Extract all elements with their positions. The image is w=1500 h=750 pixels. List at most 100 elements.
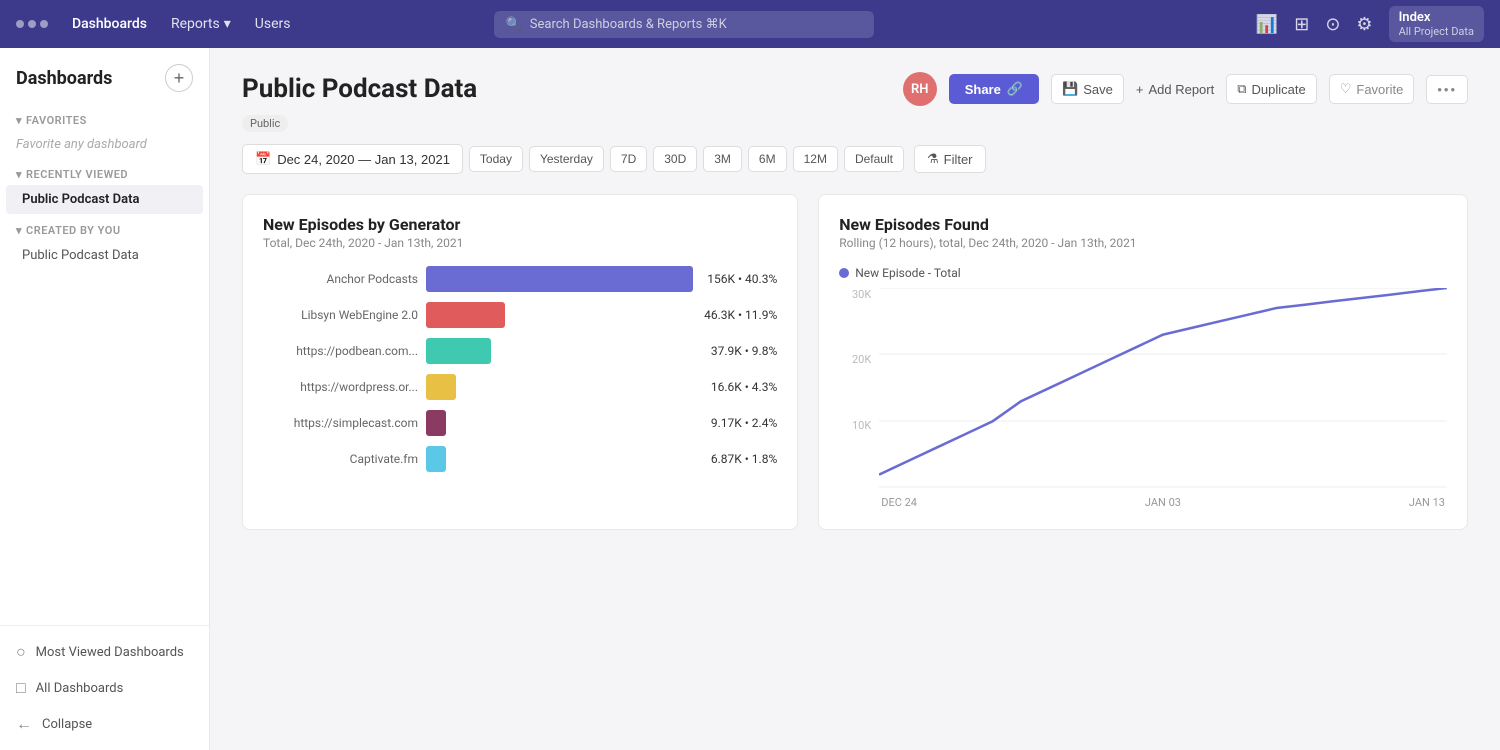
y-label-20k: 20K	[839, 353, 871, 366]
chart1-subtitle: Total, Dec 24th, 2020 - Jan 13th, 2021	[263, 236, 777, 250]
date-range-button[interactable]: 📅 Dec 24, 2020 — Jan 13, 2021	[242, 144, 463, 174]
bar-label: Libsyn WebEngine 2.0	[263, 308, 418, 322]
share-icon: 🔗	[1007, 81, 1023, 97]
x-label-jan03: JAN 03	[1145, 496, 1181, 509]
sidebar-item-recently-viewed-1[interactable]: Public Podcast Data	[6, 185, 203, 214]
bar-row: https://simplecast.com9.17K • 2.4%	[263, 410, 777, 436]
search-icon: 🔍	[506, 17, 522, 32]
date-default-button[interactable]: Default	[844, 146, 904, 172]
date-yesterday-button[interactable]: Yesterday	[529, 146, 604, 172]
add-dashboard-button[interactable]: +	[165, 64, 193, 92]
add-report-button[interactable]: + Add Report	[1136, 82, 1214, 97]
chart2-subtitle: Rolling (12 hours), total, Dec 24th, 202…	[839, 236, 1447, 250]
legend-label: New Episode - Total	[855, 266, 960, 280]
app-dots	[16, 20, 48, 28]
avatar: RH	[903, 72, 937, 106]
notifications-icon[interactable]: 📊	[1256, 14, 1278, 35]
public-badge: Public	[242, 115, 288, 132]
bar-label: https://podbean.com...	[263, 344, 418, 358]
favorites-section-title: ▾ FAVORITES	[0, 108, 209, 131]
date-today-button[interactable]: Today	[469, 146, 523, 172]
chart2-body: 30K 20K 10K	[839, 288, 1447, 509]
filter-button[interactable]: ⚗ Filter	[914, 145, 986, 173]
x-axis-labels: DEC 24 JAN 03 JAN 13	[879, 496, 1447, 509]
page-header: Public Podcast Data RH Share 🔗 💾 Save + …	[242, 72, 1468, 106]
page-title: Public Podcast Data	[242, 74, 477, 104]
bar-fill	[426, 446, 446, 472]
collapse-button[interactable]: ← Collapse	[0, 706, 209, 742]
calendar-icon: 📅	[255, 151, 271, 167]
most-viewed-icon: ○	[16, 642, 26, 662]
date-6m-button[interactable]: 6M	[748, 146, 787, 172]
line-chart-area: DEC 24 JAN 03 JAN 13	[879, 288, 1447, 509]
date-7d-button[interactable]: 7D	[610, 146, 647, 172]
nav-reports[interactable]: Reports ▾	[171, 16, 231, 32]
duplicate-icon: ⧉	[1237, 81, 1246, 97]
bar-value: 37.9K • 9.8%	[711, 344, 777, 358]
filter-icon: ⚗	[927, 151, 939, 167]
bar-track	[426, 410, 697, 436]
most-viewed-link[interactable]: ○ Most Viewed Dashboards	[0, 634, 209, 670]
help-icon[interactable]: ⊙	[1325, 14, 1340, 35]
bar-value: 46.3K • 11.9%	[704, 308, 777, 322]
date-range-text: Dec 24, 2020 — Jan 13, 2021	[277, 152, 450, 167]
chart1-title: New Episodes by Generator	[263, 215, 777, 234]
share-button[interactable]: Share 🔗	[949, 74, 1039, 104]
duplicate-button[interactable]: ⧉ Duplicate	[1226, 74, 1317, 104]
charts-row: New Episodes by Generator Total, Dec 24t…	[242, 194, 1468, 530]
y-label-30k: 30K	[839, 288, 871, 301]
sidebar-header: Dashboards +	[0, 56, 209, 104]
sidebar-bottom: ○ Most Viewed Dashboards □ All Dashboard…	[0, 625, 209, 750]
sidebar-item-created-1[interactable]: Public Podcast Data	[6, 241, 203, 270]
bar-row: Libsyn WebEngine 2.0 46.3K • 11.9%	[263, 302, 777, 328]
y-label-10k: 10K	[839, 419, 871, 432]
bar-row: https://wordpress.or...16.6K • 4.3%	[263, 374, 777, 400]
bar-track	[426, 446, 697, 472]
favorites-section: ▾ FAVORITES Favorite any dashboard	[0, 108, 209, 158]
collapse-icon: ←	[16, 714, 32, 734]
x-label-dec24: DEC 24	[881, 496, 917, 509]
bar-fill	[426, 374, 456, 400]
settings-icon[interactable]: ⚙	[1356, 14, 1372, 35]
date-3m-button[interactable]: 3M	[703, 146, 742, 172]
more-button[interactable]: •••	[1426, 75, 1468, 104]
search-bar[interactable]: 🔍 Search Dashboards & Reports ⌘K	[494, 11, 874, 38]
episodes-by-generator-card: New Episodes by Generator Total, Dec 24t…	[242, 194, 798, 530]
nav-dashboards[interactable]: Dashboards	[72, 16, 147, 32]
recently-viewed-title: ▾ RECENTLY VIEWED	[0, 162, 209, 185]
main-content: Public Podcast Data RH Share 🔗 💾 Save + …	[210, 48, 1500, 750]
bar-label: Anchor Podcasts	[263, 272, 418, 286]
index-button[interactable]: Index All Project Data	[1389, 6, 1484, 42]
bar-fill	[426, 410, 446, 436]
index-subtitle: All Project Data	[1399, 25, 1474, 38]
bar-track	[426, 374, 697, 400]
grid-icon[interactable]: ⊞	[1294, 14, 1309, 35]
date-30d-button[interactable]: 30D	[653, 146, 697, 172]
bar-label: https://wordpress.or...	[263, 380, 418, 394]
sidebar-title: Dashboards	[16, 68, 112, 89]
line-chart-svg	[879, 288, 1447, 488]
nav-users[interactable]: Users	[255, 16, 291, 32]
bar-fill	[426, 302, 505, 328]
y-axis-labels: 30K 20K 10K	[839, 288, 871, 488]
search-placeholder: Search Dashboards & Reports ⌘K	[530, 17, 727, 32]
date-12m-button[interactable]: 12M	[793, 146, 838, 172]
all-dashboards-icon: □	[16, 678, 26, 698]
bar-track	[426, 266, 693, 292]
legend-dot	[839, 268, 849, 278]
layout: Dashboards + ▾ FAVORITES Favorite any da…	[0, 48, 1500, 750]
line-legend: New Episode - Total	[839, 266, 1447, 280]
all-dashboards-link[interactable]: □ All Dashboards	[0, 670, 209, 706]
bar-label: Captivate.fm	[263, 452, 418, 466]
bar-fill	[426, 266, 693, 292]
favorite-button[interactable]: ♡ Favorite	[1329, 74, 1415, 104]
topnav-right: 📊 ⊞ ⊙ ⚙ Index All Project Data	[1256, 6, 1484, 42]
page-actions: RH Share 🔗 💾 Save + Add Report ⧉ Duplica…	[903, 72, 1468, 106]
heart-icon: ♡	[1340, 81, 1352, 97]
save-icon: 💾	[1062, 81, 1078, 97]
index-title: Index	[1399, 10, 1431, 25]
bar-chart: Anchor Podcasts156K • 40.3%Libsyn WebEng…	[263, 266, 777, 472]
save-button[interactable]: 💾 Save	[1051, 74, 1124, 104]
bar-track	[426, 338, 697, 364]
bar-row: https://podbean.com... 37.9K • 9.8%	[263, 338, 777, 364]
